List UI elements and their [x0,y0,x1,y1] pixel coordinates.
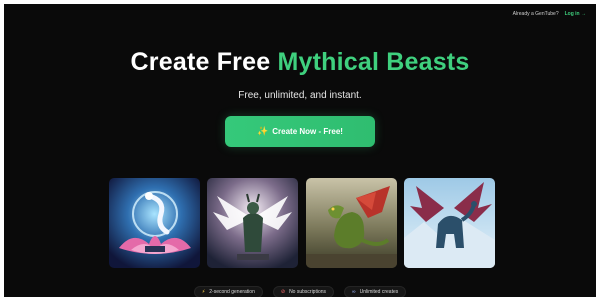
green-dragon-image [306,178,397,268]
feature-pill-unlimited: ∞ Unlimited creates [344,286,407,297]
login-link[interactable]: Log in → [565,11,586,17]
landing-page: Already a GenTube? Log in → Create Free … [4,4,596,297]
blue-dragon-lotus-image [109,178,200,268]
title-accent: Mythical Beasts [277,48,470,76]
example-gallery [109,178,495,268]
top-nav: Already a GenTube? Log in → [513,11,586,17]
infinity-icon: ∞ [352,289,356,295]
lightning-icon: ⚡ [201,289,206,295]
page-subtitle: Free, unlimited, and instant. [238,90,362,101]
no-subscription-icon: ⊘ [280,289,286,295]
sparkles-icon: ✨ [257,126,269,136]
title-prefix: Create Free [130,48,278,76]
already-member-text: Already a GenTube? [512,11,559,17]
create-now-button[interactable]: ✨ Create Now - Free! [225,116,375,147]
blue-winged-dragon-snow-image [404,178,495,268]
feature-label: No subscriptions [289,289,327,295]
create-now-label: Create Now - Free! [272,127,343,136]
feature-list: ⚡ 2-second generation ⊘ No subscriptions… [4,286,596,297]
page-title: Create Free Mythical Beasts [4,48,596,77]
feature-label: Unlimited creates [359,289,399,295]
feature-pill-subscriptions: ⊘ No subscriptions [272,286,335,297]
feature-label: 2-second generation [209,289,255,295]
white-winged-beast-image [207,178,298,268]
feature-pill-generation: ⚡ 2-second generation [193,286,263,297]
